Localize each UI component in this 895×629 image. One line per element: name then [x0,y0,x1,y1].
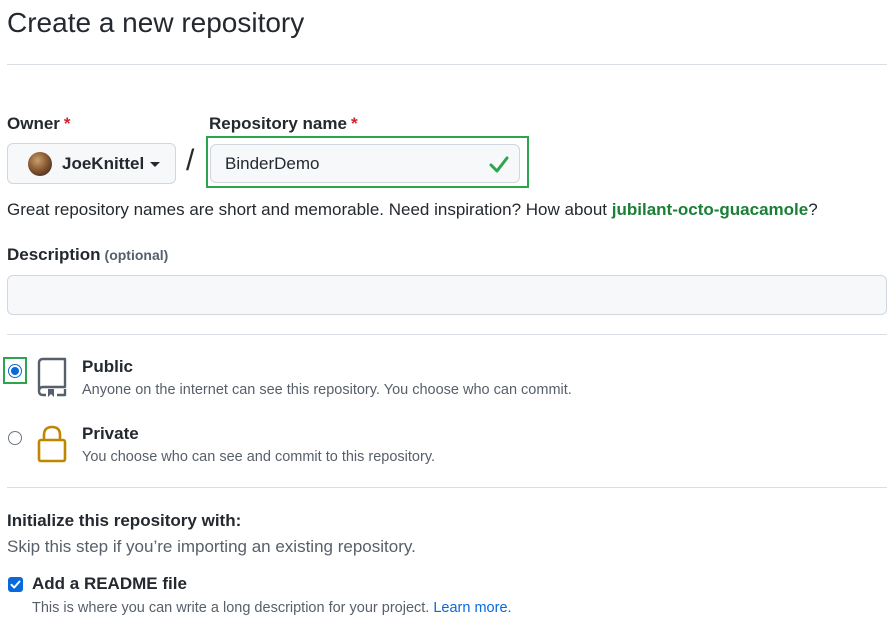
repository-name-label: Repository name * [209,114,358,134]
repo-book-icon [37,357,67,397]
check-icon [489,156,509,173]
hint-end: ? [808,200,818,219]
hint-text: Great repository names are short and mem… [7,200,612,219]
owner-name: JoeKnittel [62,153,145,173]
readme-checkbox[interactable] [8,577,23,592]
readme-description-text: This is where you can write a long descr… [32,600,434,616]
owner-label-text: Owner [7,114,60,133]
repository-name-input[interactable] [210,144,520,183]
name-suggestion-link[interactable]: jubilant-octo-guacamole [612,200,808,219]
repository-name-label-text: Repository name [209,114,347,133]
lock-icon [37,425,67,463]
caret-down-icon [150,162,161,167]
checkmark-icon [10,580,21,589]
public-option-description: Anyone on the internet can see this repo… [82,382,572,398]
repository-name-hint: Great repository names are short and mem… [7,200,818,220]
owner-repo-separator: / [186,144,195,177]
owner-dropdown-button[interactable]: JoeKnittel [7,143,176,184]
page-title: Create a new repository [7,7,305,38]
private-option-description: You choose who can see and commit to thi… [82,449,436,465]
repository-required-mark: * [350,114,358,133]
create-repository-page: Create a new repository Owner * JoeKnitte… [0,0,895,629]
public-radio[interactable] [8,364,22,378]
description-label: Description (optional) [7,245,168,265]
private-option-title: Private [82,424,139,443]
owner-label: Owner * [7,114,71,134]
title-divider [7,64,887,65]
description-optional-note: (optional) [104,247,169,263]
description-label-text: Description [7,245,101,264]
initialize-subtitle: Skip this step if you’re importing an ex… [7,537,416,556]
description-input[interactable] [7,275,887,315]
learn-more-link[interactable]: Learn more. [433,600,511,616]
user-avatar [28,151,52,176]
readme-description: This is where you can write a long descr… [32,600,512,616]
public-option-title: Public [82,357,134,376]
visibility-divider [7,487,887,488]
description-divider [7,334,887,335]
owner-required-mark: * [63,114,71,133]
readme-label[interactable]: Add a README file [32,574,187,594]
initialize-title: Initialize this repository with: [7,511,242,530]
private-radio[interactable] [8,431,22,445]
